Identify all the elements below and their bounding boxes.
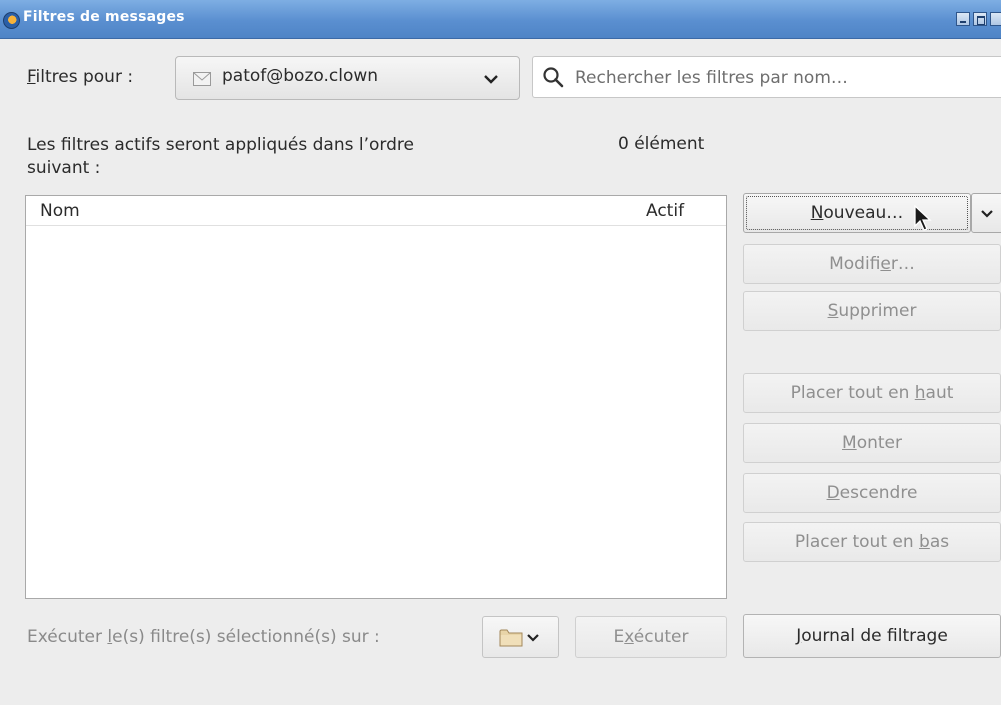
run-filters-label: Exécuter le(s) filtre(s) sélectionné(s) … xyxy=(27,627,380,647)
filters-for-label: Filtres pour : xyxy=(27,67,134,87)
account-dropdown[interactable]: patof@bozo.clown xyxy=(175,56,520,100)
list-header: Nom Actif xyxy=(26,196,726,226)
envelope-icon xyxy=(193,72,211,86)
chevron-down-icon xyxy=(484,75,498,84)
delete-filter-button[interactable]: Supprimer xyxy=(743,291,1001,331)
minimize-icon[interactable] xyxy=(956,12,970,26)
window-title: Filtres de messages xyxy=(23,9,185,25)
new-filter-button[interactable]: Nouveau… xyxy=(743,193,971,233)
column-header-name[interactable]: Nom xyxy=(40,201,80,221)
title-bar[interactable]: Filtres de messages xyxy=(0,0,1001,39)
close-icon[interactable] xyxy=(990,12,1001,26)
filter-log-button[interactable]: Journal de filtrage xyxy=(743,614,1001,658)
move-to-bottom-button[interactable]: Placer tout en bas xyxy=(743,522,1001,562)
column-header-active[interactable]: Actif xyxy=(646,201,684,221)
thunderbird-icon xyxy=(3,12,20,29)
move-to-top-button[interactable]: Placer tout en haut xyxy=(743,373,1001,413)
chevron-down-icon xyxy=(981,210,993,218)
new-filter-menu-button[interactable] xyxy=(971,193,1001,233)
account-name: patof@bozo.clown xyxy=(222,66,379,86)
search-field[interactable] xyxy=(532,56,1001,98)
mouse-cursor-icon xyxy=(914,205,932,231)
chevron-down-icon xyxy=(527,634,539,642)
folder-icon xyxy=(499,629,523,647)
edit-filter-button[interactable]: Modifier… xyxy=(743,244,1001,284)
filter-count: 0 élément xyxy=(618,134,705,154)
run-filters-button[interactable]: Exécuter xyxy=(575,616,727,658)
search-icon xyxy=(543,67,564,88)
folder-picker-button[interactable] xyxy=(482,616,559,658)
move-down-button[interactable]: Descendre xyxy=(743,473,1001,513)
maximize-icon[interactable] xyxy=(973,12,987,26)
filter-list[interactable]: Nom Actif xyxy=(25,195,727,599)
search-input[interactable] xyxy=(573,65,1001,91)
list-description: Les filtres actifs seront appliqués dans… xyxy=(27,135,414,178)
move-up-button[interactable]: Monter xyxy=(743,423,1001,463)
